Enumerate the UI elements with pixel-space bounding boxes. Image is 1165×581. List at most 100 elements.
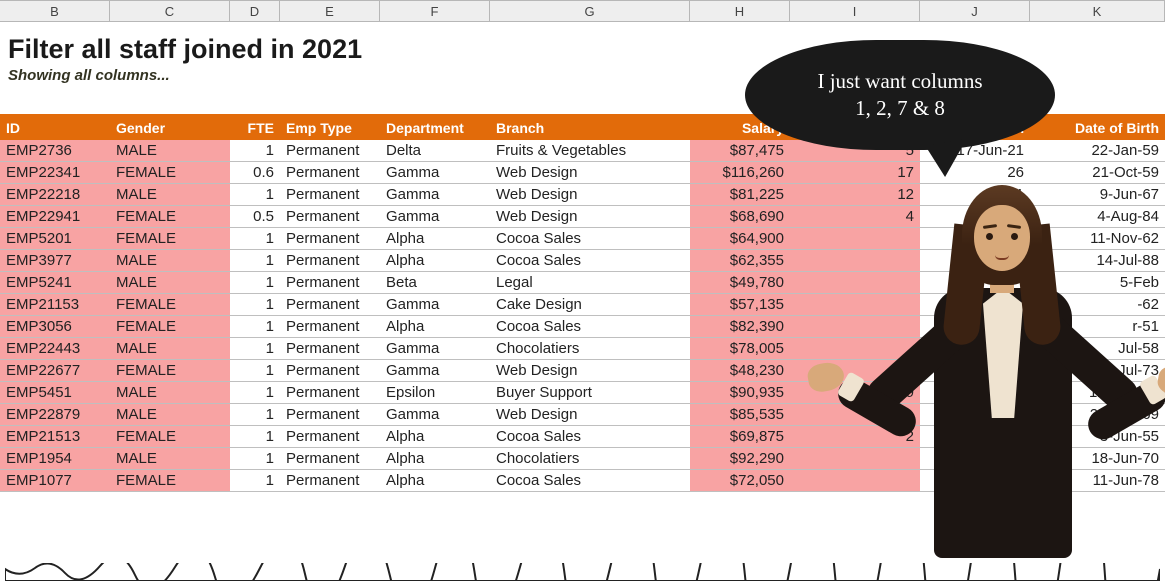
cell[interactable]: Permanent [280, 316, 380, 338]
cell[interactable]: Permanent [280, 250, 380, 272]
cell[interactable]: Alpha [380, 426, 490, 448]
cell[interactable]: EMP22443 [0, 338, 110, 360]
cell[interactable]: Legal [490, 272, 690, 294]
cell[interactable]: Alpha [380, 448, 490, 470]
cell[interactable]: EMP3056 [0, 316, 110, 338]
cell[interactable]: 0.6 [230, 162, 280, 184]
cell[interactable]: EMP1077 [0, 470, 110, 492]
cell[interactable]: $62,355 [690, 250, 790, 272]
cell[interactable]: $78,005 [690, 338, 790, 360]
cell[interactable]: 1 [230, 316, 280, 338]
cell[interactable]: 1 [230, 470, 280, 492]
cell[interactable]: Permanent [280, 140, 380, 162]
cell[interactable]: Beta [380, 272, 490, 294]
column-letter[interactable]: I [790, 1, 920, 22]
cell[interactable]: Web Design [490, 404, 690, 426]
cell[interactable]: Alpha [380, 470, 490, 492]
cell[interactable]: $85,535 [690, 404, 790, 426]
cell[interactable]: Permanent [280, 184, 380, 206]
cell[interactable]: FEMALE [110, 360, 230, 382]
cell[interactable]: MALE [110, 184, 230, 206]
cell[interactable]: Cocoa Sales [490, 470, 690, 492]
cell[interactable]: EMP5201 [0, 228, 110, 250]
column-letter[interactable]: F [380, 1, 490, 22]
col-department[interactable]: Department [380, 114, 490, 140]
col-fte[interactable]: FTE [230, 114, 280, 140]
column-letter[interactable]: G [490, 1, 690, 22]
column-letter[interactable]: H [690, 1, 790, 22]
col-id[interactable]: ID [0, 114, 110, 140]
cell[interactable]: EMP21513 [0, 426, 110, 448]
cell[interactable]: Web Design [490, 360, 690, 382]
cell[interactable]: $64,900 [690, 228, 790, 250]
cell[interactable]: 1 [230, 140, 280, 162]
cell[interactable]: EMP5241 [0, 272, 110, 294]
cell[interactable]: EMP1954 [0, 448, 110, 470]
cell[interactable]: EMP22677 [0, 360, 110, 382]
cell[interactable]: FEMALE [110, 316, 230, 338]
cell[interactable]: FEMALE [110, 294, 230, 316]
cell[interactable]: 1 [230, 250, 280, 272]
cell[interactable]: MALE [110, 382, 230, 404]
cell[interactable]: Permanent [280, 470, 380, 492]
cell[interactable]: Epsilon [380, 382, 490, 404]
table-row[interactable]: EMP2736MALE1PermanentDeltaFruits & Veget… [0, 140, 1165, 162]
column-letter[interactable]: D [230, 1, 280, 22]
cell[interactable]: Permanent [280, 162, 380, 184]
cell[interactable]: Buyer Support [490, 382, 690, 404]
cell[interactable]: Cocoa Sales [490, 316, 690, 338]
cell[interactable]: $48,230 [690, 360, 790, 382]
cell[interactable]: MALE [110, 448, 230, 470]
column-letter[interactable]: C [110, 1, 230, 22]
cell[interactable]: Alpha [380, 250, 490, 272]
cell[interactable]: $49,780 [690, 272, 790, 294]
cell[interactable]: 21-Oct-59 [1030, 162, 1165, 184]
cell[interactable]: $82,390 [690, 316, 790, 338]
cell[interactable]: Permanent [280, 382, 380, 404]
cell[interactable]: Alpha [380, 228, 490, 250]
cell[interactable]: 22-Jan-59 [1030, 140, 1165, 162]
cell[interactable]: Gamma [380, 360, 490, 382]
cell[interactable]: FEMALE [110, 470, 230, 492]
cell[interactable]: Web Design [490, 206, 690, 228]
col-branch[interactable]: Branch [490, 114, 690, 140]
cell[interactable]: Cocoa Sales [490, 250, 690, 272]
cell[interactable]: Permanent [280, 338, 380, 360]
cell[interactable]: EMP22941 [0, 206, 110, 228]
cell[interactable]: MALE [110, 140, 230, 162]
cell[interactable]: 1 [230, 338, 280, 360]
cell[interactable]: Fruits & Vegetables [490, 140, 690, 162]
cell[interactable]: $81,225 [690, 184, 790, 206]
cell[interactable]: Permanent [280, 360, 380, 382]
cell[interactable]: $87,475 [690, 140, 790, 162]
cell[interactable]: Permanent [280, 206, 380, 228]
cell[interactable]: Permanent [280, 404, 380, 426]
cell[interactable]: FEMALE [110, 162, 230, 184]
column-letter[interactable]: J [920, 1, 1030, 22]
cell[interactable]: 1 [230, 426, 280, 448]
cell[interactable]: Gamma [380, 338, 490, 360]
cell[interactable]: Permanent [280, 294, 380, 316]
cell[interactable]: MALE [110, 338, 230, 360]
cell[interactable]: Permanent [280, 426, 380, 448]
cell[interactable]: Permanent [280, 272, 380, 294]
cell[interactable]: 1 [230, 184, 280, 206]
cell[interactable]: 17 [790, 162, 920, 184]
cell[interactable]: Cocoa Sales [490, 228, 690, 250]
cell[interactable]: $116,260 [690, 162, 790, 184]
cell[interactable]: Web Design [490, 162, 690, 184]
cell[interactable]: MALE [110, 272, 230, 294]
cell[interactable]: Gamma [380, 404, 490, 426]
column-letter[interactable]: E [280, 1, 380, 22]
cell[interactable]: EMP22879 [0, 404, 110, 426]
cell[interactable]: Delta [380, 140, 490, 162]
col-emp-type[interactable]: Emp Type [280, 114, 380, 140]
cell[interactable]: Gamma [380, 294, 490, 316]
cell[interactable]: 0.5 [230, 206, 280, 228]
cell[interactable]: EMP22341 [0, 162, 110, 184]
cell[interactable]: $68,690 [690, 206, 790, 228]
col-date-of-birth[interactable]: Date of Birth [1030, 114, 1165, 140]
cell[interactable]: Chocolatiers [490, 448, 690, 470]
cell[interactable]: 1 [230, 294, 280, 316]
cell[interactable]: 1 [230, 382, 280, 404]
